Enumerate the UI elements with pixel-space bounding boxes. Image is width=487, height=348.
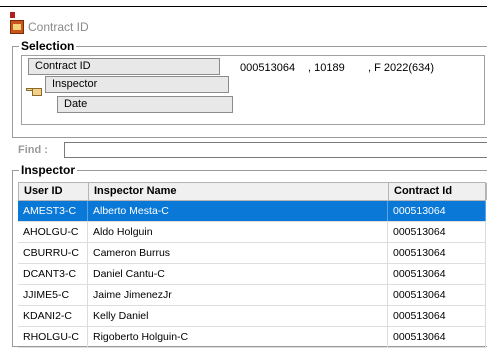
cell-inspector-name: Jaime JimenezJr: [88, 285, 388, 305]
cell-contract-id: 000513064: [388, 201, 486, 221]
cell-contract-id: 000513064: [388, 264, 486, 284]
table-row[interactable]: JJIME5-C Jaime JimenezJr 000513064: [18, 285, 486, 306]
selected-number-value: , 10189: [308, 62, 345, 74]
cell-contract-id: 000513064: [388, 306, 486, 326]
table-row[interactable]: AMEST3-C Alberto Mesta-C 000513064: [18, 201, 486, 222]
window-title: Contract ID: [28, 20, 89, 34]
selected-code-value: , F 2022(634): [368, 62, 435, 74]
cell-contract-id: 000513064: [388, 285, 486, 305]
inspector-button[interactable]: Inspector: [45, 76, 229, 93]
column-header-inspector-name[interactable]: Inspector Name: [89, 183, 389, 200]
column-header-contract-id[interactable]: Contract Id: [389, 183, 487, 200]
cell-inspector-name: Kelly Daniel: [88, 306, 388, 326]
table-row[interactable]: CBURRU-C Cameron Burrus 000513064: [18, 243, 486, 264]
cell-contract-id: 000513064: [388, 222, 486, 242]
cell-user-id: AMEST3-C: [18, 201, 88, 221]
contract-id-button[interactable]: Contract ID: [28, 58, 220, 75]
cell-user-id: JJIME5-C: [18, 285, 88, 305]
table-row[interactable]: KDANI2-C Kelly Daniel 000513064: [18, 306, 486, 327]
find-label: Find :: [18, 144, 48, 156]
cell-inspector-name: Alberto Mesta-C: [88, 201, 388, 221]
cell-contract-id: 000513064: [388, 327, 486, 347]
table-row[interactable]: DCANT3-C Daniel Cantu-C 000513064: [18, 264, 486, 285]
column-header-user-id[interactable]: User ID: [19, 183, 89, 200]
cell-user-id: AHOLGU-C: [18, 222, 88, 242]
pointing-hand-icon: [26, 86, 42, 96]
cell-user-id: CBURRU-C: [18, 243, 88, 263]
date-button[interactable]: Date: [57, 96, 233, 113]
inspector-group-title: Inspector: [19, 163, 78, 177]
cell-inspector-name: Daniel Cantu-C: [88, 264, 388, 284]
cell-user-id: KDANI2-C: [18, 306, 88, 326]
find-input[interactable]: [64, 142, 487, 158]
app-icon: [10, 12, 24, 34]
table-row[interactable]: AHOLGU-C Aldo Holguin 000513064: [18, 222, 486, 243]
cell-user-id: RHOLGU-C: [18, 327, 88, 347]
title-bar: Contract ID: [0, 12, 487, 36]
selected-contract-value: 000513064: [240, 62, 296, 74]
table-header: User ID Inspector Name Contract Id: [18, 182, 487, 201]
selection-group-title: Selection: [19, 39, 77, 53]
cell-user-id: DCANT3-C: [18, 264, 88, 284]
top-border-line: [0, 6, 487, 7]
cell-inspector-name: Cameron Burrus: [88, 243, 388, 263]
cell-inspector-name: Aldo Holguin: [88, 222, 388, 242]
table-row[interactable]: RHOLGU-C Rigoberto Holguin-C 000513064: [18, 327, 486, 348]
cell-contract-id: 000513064: [388, 243, 486, 263]
cell-inspector-name: Rigoberto Holguin-C: [88, 327, 388, 347]
